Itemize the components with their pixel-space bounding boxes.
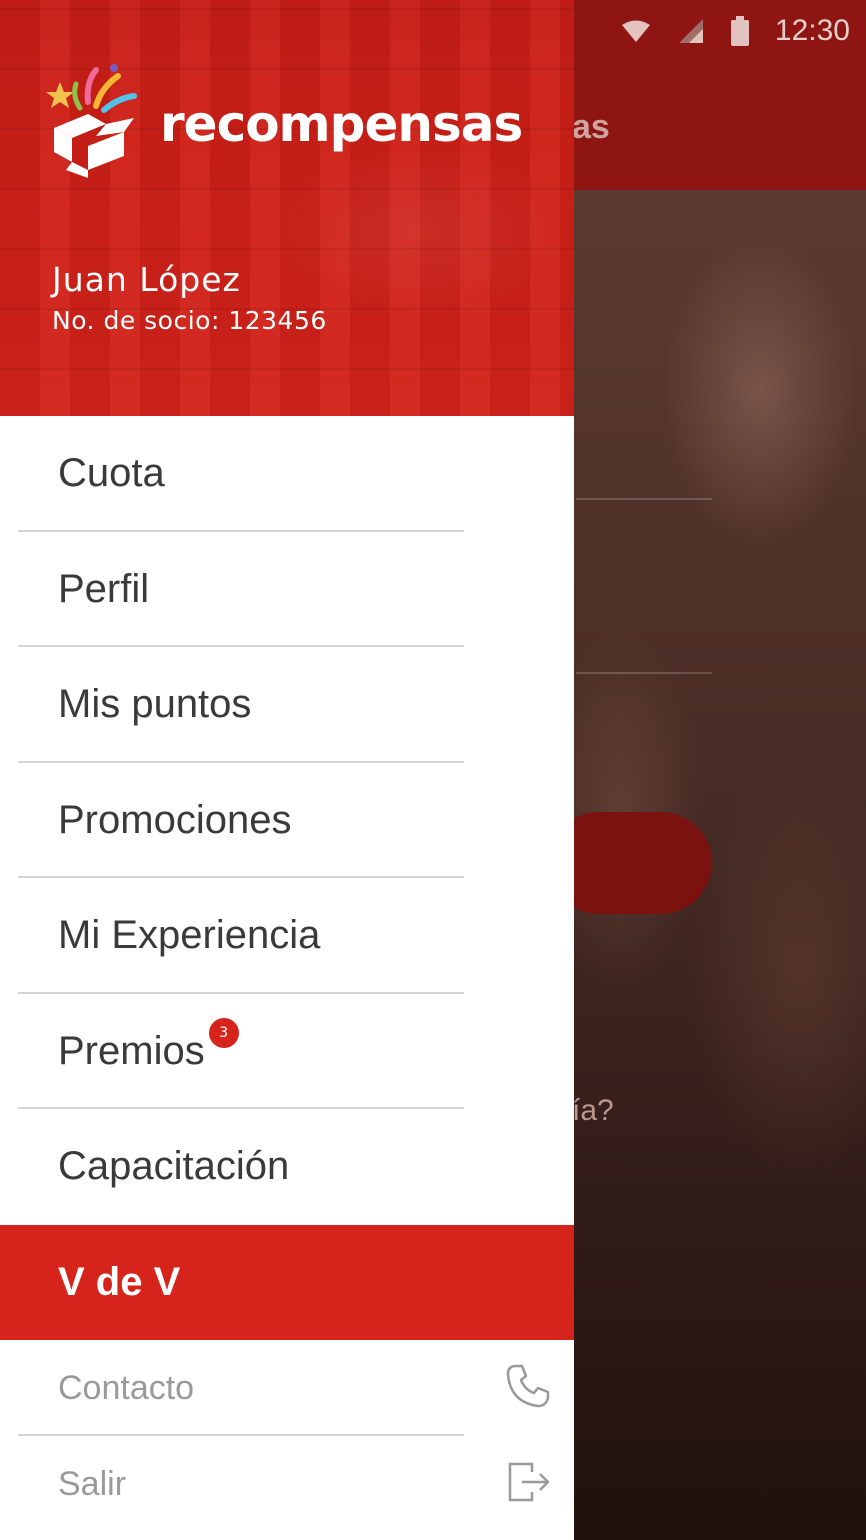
background-title: as: [572, 108, 610, 146]
drawer-menu: Cuota Perfil Mis puntos Promociones Mi E…: [0, 416, 574, 1532]
user-name: Juan López: [52, 260, 241, 299]
menu-item-promociones[interactable]: Promociones: [0, 763, 574, 878]
drawer-header: recompensas Juan López No. de socio: 123…: [0, 0, 574, 416]
menu-item-contacto[interactable]: Contacto: [0, 1340, 574, 1436]
member-number: No. de socio: 123456: [52, 306, 327, 335]
signal-icon: [677, 17, 705, 45]
wifi-icon: [621, 19, 651, 43]
background-divider: [576, 672, 712, 674]
status-clock: 12:30: [774, 14, 850, 47]
menu-item-label: Premios: [58, 1028, 205, 1073]
background-divider: [576, 498, 712, 500]
navigation-drawer: recompensas Juan López No. de socio: 123…: [0, 0, 574, 1540]
menu-item-label: Perfil: [58, 566, 150, 611]
menu-item-v-de-v[interactable]: V de V: [0, 1224, 574, 1340]
brand-name: recompensas: [160, 95, 523, 153]
footer-item-label: Salir: [58, 1464, 127, 1503]
menu-item-label: Capacitación: [58, 1144, 290, 1189]
footer-item-label: Contacto: [58, 1368, 195, 1407]
battery-icon: [730, 16, 749, 46]
menu-item-label: Promociones: [58, 797, 292, 842]
menu-item-mis-puntos[interactable]: Mis puntos: [0, 647, 574, 763]
brand-logo: recompensas: [46, 62, 523, 186]
menu-item-label: Mi Experiencia: [58, 913, 321, 958]
menu-item-label: V de V: [58, 1259, 181, 1304]
notification-badge: 3: [208, 1018, 239, 1049]
menu-item-label: Cuota: [58, 451, 165, 496]
menu-item-premios[interactable]: Premios 3: [0, 994, 574, 1109]
menu-item-mi-experiencia[interactable]: Mi Experiencia: [0, 878, 574, 994]
status-bar: 12:30: [574, 0, 866, 62]
menu-item-cuota[interactable]: Cuota: [0, 416, 574, 532]
logo-icon: [46, 62, 146, 186]
menu-item-label: Mis puntos: [58, 682, 252, 727]
logout-icon: [504, 1458, 552, 1510]
menu-item-salir[interactable]: Salir: [0, 1436, 574, 1532]
menu-item-perfil[interactable]: Perfil: [0, 532, 574, 647]
phone-icon: [504, 1362, 552, 1414]
menu-item-capacitacion[interactable]: Capacitación: [0, 1109, 574, 1225]
background-question-text: ía?: [572, 1094, 614, 1127]
